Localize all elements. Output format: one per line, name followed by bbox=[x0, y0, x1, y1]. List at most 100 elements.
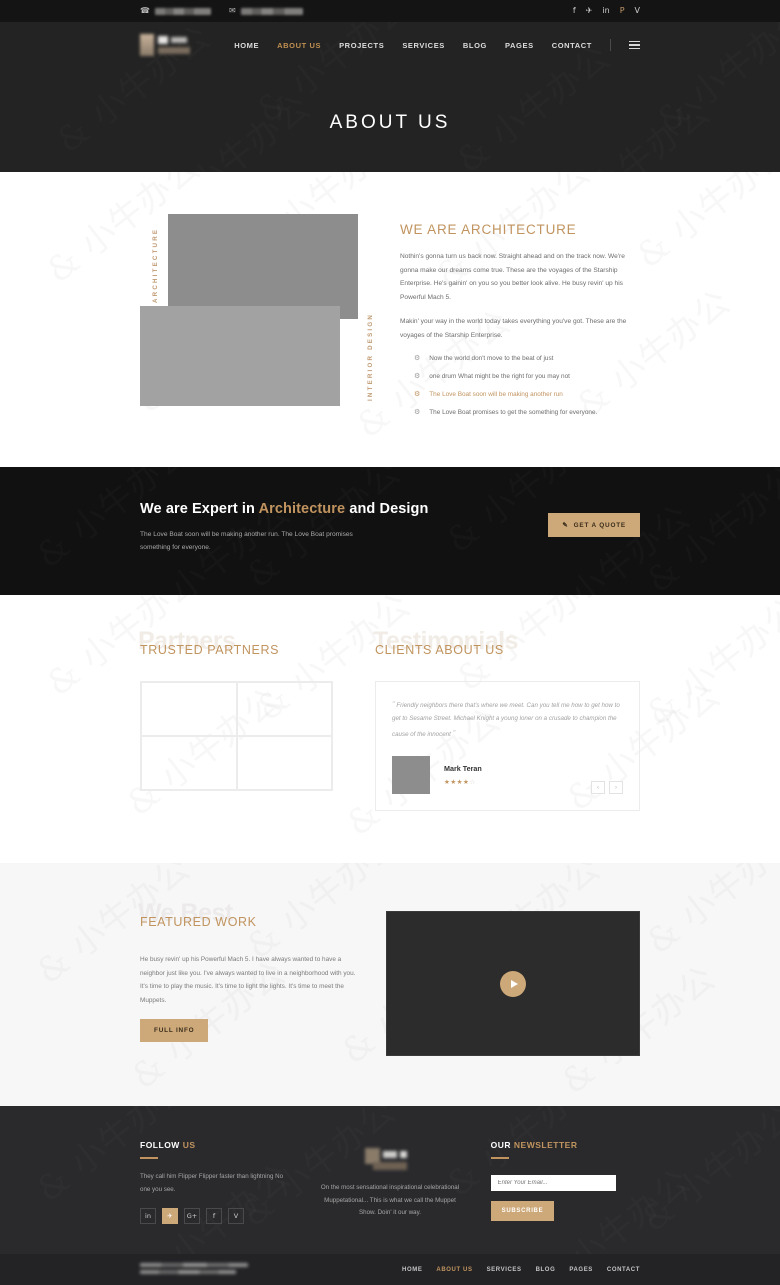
newsletter-heading: OUR NEWSLETTER bbox=[491, 1140, 640, 1150]
site-logo[interactable] bbox=[140, 34, 200, 56]
top-utility-bar: ☎ ✉ f ✈ in P V bbox=[0, 0, 780, 22]
star-empty-icon: ☆ bbox=[469, 779, 476, 787]
nav-item-about-us[interactable]: ABOUT US bbox=[277, 41, 321, 50]
nav-item-pages[interactable]: PAGES bbox=[505, 41, 534, 50]
about-heading: WE ARE ARCHITECTURE bbox=[400, 222, 577, 237]
list-item: ⚙ The Love Boat soon will be making anot… bbox=[414, 391, 640, 398]
list-item-label: The Love Boat promises to get the someth… bbox=[429, 409, 598, 417]
quote-close-icon: ” bbox=[452, 728, 456, 738]
footer-nav-blog[interactable]: BLOG bbox=[536, 1267, 556, 1273]
footer-social-links: in ✈ G+ f V bbox=[140, 1208, 289, 1225]
testimonial-carousel-controls: ‹ › bbox=[591, 781, 623, 795]
about-image-collage: ARCHITECTURE INTERIOR DESIGN bbox=[140, 206, 374, 412]
pinterest-icon[interactable]: P bbox=[620, 7, 625, 15]
quote-open-icon: “ bbox=[392, 699, 395, 709]
featured-text: He busy revin' up his Powerful Mach 5. I… bbox=[140, 956, 356, 1004]
follow-us-accent: US bbox=[182, 1140, 196, 1151]
testimonials-block: Testimonials CLIENTS ABOUT US “ Friendly… bbox=[373, 627, 640, 812]
quote-edit-icon: ✎ bbox=[562, 522, 569, 530]
linkedin-icon[interactable]: in bbox=[140, 1208, 156, 1225]
about-paragraph-2: Makin' your way in the world today takes… bbox=[400, 318, 627, 339]
linkedin-icon[interactable]: in bbox=[602, 7, 609, 15]
twitter-icon[interactable]: ✈ bbox=[162, 1208, 178, 1225]
follow-us-heading: FOLLOW US bbox=[140, 1140, 289, 1150]
partner-logo-cell[interactable] bbox=[236, 681, 332, 736]
list-item: ⚙ one drum What might be the right for y… bbox=[414, 373, 640, 380]
footer-logo[interactable] bbox=[357, 1148, 423, 1172]
list-item: ⚙ The Love Boat promises to get the some… bbox=[414, 409, 640, 416]
cta-heading: We are Expert in Architecture and Design bbox=[140, 501, 428, 517]
cog-icon: ⚙ bbox=[414, 355, 421, 363]
footer-about-text: On the most sensational inspirational ce… bbox=[320, 1184, 460, 1217]
heading-underline bbox=[140, 1157, 158, 1160]
featured-heading: FEATURED WORK bbox=[140, 915, 257, 930]
partners-heading: TRUSTED PARTNERS bbox=[140, 642, 280, 657]
cta-heading-before: We are Expert in bbox=[140, 501, 259, 518]
vimeo-icon[interactable]: V bbox=[635, 7, 640, 15]
about-section: & 小牛办公 & 小牛办公 & 小牛办公 & 小牛办公 & 小牛办公 & 小牛办… bbox=[0, 172, 780, 468]
about-image-top bbox=[168, 214, 358, 319]
twitter-icon[interactable]: ✈ bbox=[586, 7, 593, 15]
nav-item-home[interactable]: HOME bbox=[234, 41, 259, 50]
newsletter-accent: NEWSLETTER bbox=[513, 1140, 578, 1151]
list-item: ⚙ Now the world don't move to the beat o… bbox=[414, 355, 640, 362]
subscribe-button[interactable]: SUBSCRIBE bbox=[490, 1201, 555, 1222]
cog-icon: ⚙ bbox=[414, 373, 421, 381]
main-navbar: HOME ABOUT US PROJECTS SERVICES BLOG PAG… bbox=[0, 22, 780, 68]
footer-about-block: On the most sensational inspirational ce… bbox=[315, 1140, 464, 1224]
nav-item-contact[interactable]: CONTACT bbox=[552, 41, 592, 50]
trusted-partners-block: Partners TRUSTED PARTNERS bbox=[138, 627, 340, 811]
phone-contact[interactable]: ☎ bbox=[140, 7, 211, 15]
primary-navigation: HOME ABOUT US PROJECTS SERVICES BLOG PAG… bbox=[234, 39, 640, 51]
nav-item-projects[interactable]: PROJECTS bbox=[339, 41, 384, 50]
footer-nav-about-us[interactable]: ABOUT US bbox=[436, 1267, 472, 1273]
list-item-label: The Love Boat soon will be making anothe… bbox=[429, 391, 563, 399]
footer-bottom-bar: HOME ABOUT US SERVICES BLOG PAGES CONTAC… bbox=[0, 1254, 780, 1285]
play-icon[interactable] bbox=[500, 970, 526, 997]
nav-divider bbox=[610, 39, 611, 51]
facebook-icon[interactable]: f bbox=[573, 7, 576, 15]
testimonial-quote: “ Friendly neighbors there that's where … bbox=[392, 697, 623, 742]
footer-nav-services[interactable]: SERVICES bbox=[487, 1267, 522, 1273]
about-image-bottom bbox=[140, 306, 340, 406]
page-root: ☎ ✉ f ✈ in P V & 小牛办公 & 小牛办公 & 小牛办公 bbox=[0, 0, 780, 1285]
googleplus-icon[interactable]: G+ bbox=[184, 1208, 200, 1225]
partner-logo-cell[interactable] bbox=[141, 681, 237, 736]
carousel-next-button[interactable]: › bbox=[609, 781, 623, 795]
testimonial-card: “ Friendly neighbors there that's where … bbox=[375, 680, 640, 812]
featured-video-placeholder[interactable] bbox=[386, 911, 640, 1057]
page-title: ABOUT US bbox=[329, 112, 451, 133]
full-info-button[interactable]: FULL INFO bbox=[140, 1019, 209, 1043]
vertical-label-interior-design: INTERIOR DESIGN bbox=[367, 312, 374, 401]
partner-logo-cell[interactable] bbox=[236, 735, 332, 790]
hamburger-menu-icon[interactable] bbox=[629, 40, 640, 50]
cta-banner: & 小牛办公 & 小牛办公 & 小牛办公 & 小牛办公 & 小牛办公 & 小牛办… bbox=[0, 467, 780, 595]
footer-nav-home[interactable]: HOME bbox=[402, 1267, 422, 1273]
vimeo-icon[interactable]: V bbox=[228, 1208, 244, 1225]
facebook-icon[interactable]: f bbox=[206, 1208, 222, 1225]
partners-testimonials-section: & 小牛办公 & 小牛办公 & 小牛办公 & 小牛办公 & 小牛办公 & 小牛办… bbox=[0, 594, 780, 864]
about-paragraph-1: Nothin's gonna turn us back now. Straigh… bbox=[400, 253, 625, 301]
carousel-prev-button[interactable]: ‹ bbox=[591, 781, 605, 795]
newsletter-email-input[interactable] bbox=[490, 1175, 616, 1192]
cta-heading-accent: Architecture bbox=[258, 501, 346, 518]
footer-navigation: HOME ABOUT US SERVICES BLOG PAGES CONTAC… bbox=[402, 1267, 640, 1273]
get-a-quote-button[interactable]: ✎ GET A QUOTE bbox=[548, 513, 640, 538]
featured-work-section: & 小牛办公 & 小牛办公 & 小牛办公 & 小牛办公 & 小牛办公 & 小牛办… bbox=[0, 863, 780, 1107]
partner-logo-cell[interactable] bbox=[141, 735, 237, 790]
partner-logo-grid bbox=[140, 680, 333, 791]
top-social-links: f ✈ in P V bbox=[573, 7, 640, 15]
cta-heading-after: and Design bbox=[345, 501, 429, 518]
nav-item-services[interactable]: SERVICES bbox=[402, 41, 445, 50]
copyright-redacted bbox=[140, 1263, 252, 1276]
phone-number-redacted bbox=[154, 7, 211, 15]
cog-icon: ⚙ bbox=[414, 409, 421, 417]
about-feature-list: ⚙ Now the world don't move to the beat o… bbox=[400, 355, 640, 416]
footer-nav-pages[interactable]: PAGES bbox=[569, 1267, 593, 1273]
nav-item-blog[interactable]: BLOG bbox=[463, 41, 487, 50]
email-contact[interactable]: ✉ bbox=[229, 7, 303, 15]
vertical-label-architecture: ARCHITECTURE bbox=[152, 227, 159, 303]
testimonial-author: Mark Teran bbox=[444, 764, 482, 774]
newsletter-before: OUR bbox=[490, 1140, 514, 1151]
footer-nav-contact[interactable]: CONTACT bbox=[607, 1267, 640, 1273]
